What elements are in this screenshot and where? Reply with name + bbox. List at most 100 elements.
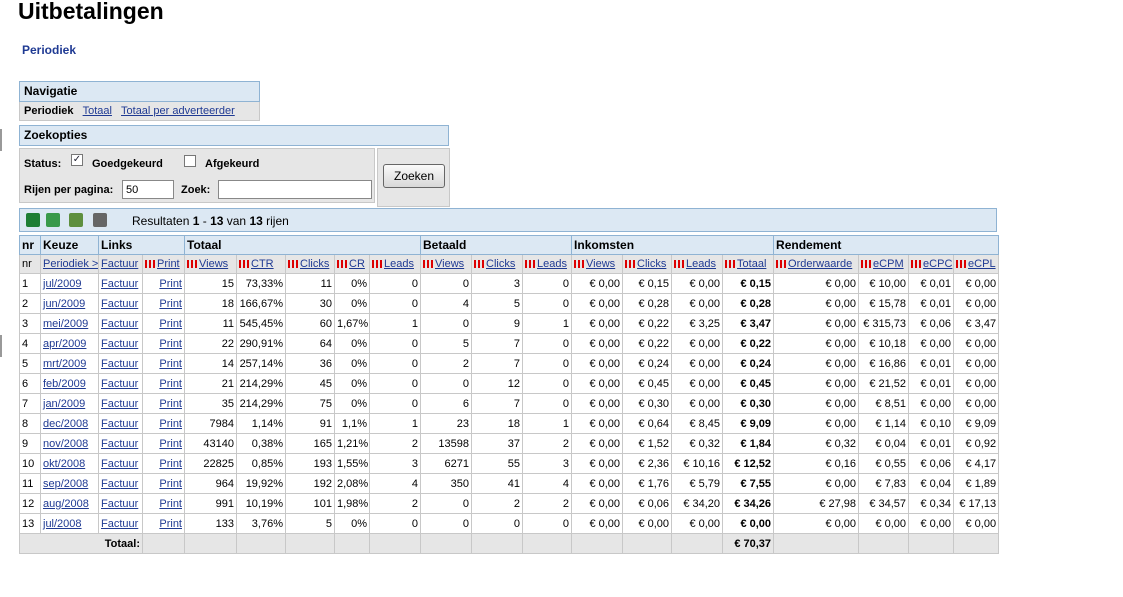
data-cell: € 0,00 <box>571 413 624 434</box>
data-cell: € 0,00 <box>773 513 860 534</box>
periodiek-link[interactable]: Periodiek <box>22 43 76 57</box>
invoice-link[interactable]: Factuur <box>101 418 138 430</box>
totals-empty-cell <box>471 533 523 554</box>
data-cell: € 9,09 <box>722 413 775 434</box>
invoice-link[interactable]: Factuur <box>101 498 138 510</box>
sort-chart-icon <box>861 260 872 269</box>
column-sort-link[interactable]: Clicks <box>486 258 515 270</box>
rows-per-page-input[interactable]: 50 <box>122 180 174 199</box>
period-link[interactable]: apr/2009 <box>43 338 86 350</box>
period-link[interactable]: aug/2008 <box>43 498 89 510</box>
period-link[interactable]: sep/2008 <box>43 478 88 490</box>
invoice-link[interactable]: Factuur <box>101 358 138 370</box>
data-cell: € 0,00 <box>571 273 624 294</box>
column-sort-link[interactable]: eCPL <box>968 258 996 270</box>
data-cell: 0 <box>420 273 472 294</box>
column-sort-link[interactable]: Leads <box>537 258 567 270</box>
data-cell: 101 <box>285 493 335 514</box>
print-link[interactable]: Print <box>159 458 182 470</box>
column-sort-link[interactable]: Print <box>157 258 180 270</box>
print-link[interactable]: Print <box>159 398 182 410</box>
search-button[interactable]: Zoeken <box>383 164 445 188</box>
data-cell: 12 <box>471 373 523 394</box>
data-cell: € 0,64 <box>622 413 673 434</box>
column-sort-link[interactable]: Periodiek > <box>43 258 98 270</box>
data-cell: € 0,22 <box>622 313 673 334</box>
period-link[interactable]: mrt/2009 <box>43 358 86 370</box>
invoice-link[interactable]: Factuur <box>101 298 138 310</box>
period-link[interactable]: jan/2009 <box>43 398 85 410</box>
data-cell: € 0,00 <box>773 373 860 394</box>
period-link[interactable]: okt/2008 <box>43 458 85 470</box>
invoice-link[interactable]: Factuur <box>101 518 138 530</box>
table-row: 5 mrt/2009 Factuur Print 14 257,14% 36 0% 0 2 7 0 € … <box>19 353 1000 374</box>
column-header: Print <box>142 254 185 274</box>
period-link[interactable]: mei/2009 <box>43 318 88 330</box>
data-cell: 7 <box>471 393 523 414</box>
column-sort-link[interactable]: CTR <box>251 258 274 270</box>
search-input[interactable] <box>218 180 372 199</box>
print-link[interactable]: Print <box>159 438 182 450</box>
invoice-link[interactable]: Factuur <box>101 438 138 450</box>
data-cell: 19,92% <box>236 473 286 494</box>
row-number-cell: 6 <box>19 373 41 394</box>
column-sort-link[interactable]: Clicks <box>300 258 329 270</box>
print-link[interactable]: Print <box>159 378 182 390</box>
print-link[interactable]: Print <box>159 498 182 510</box>
left-border-mark <box>0 129 2 151</box>
period-link[interactable]: jul/2009 <box>43 278 82 290</box>
print-link[interactable]: Print <box>159 518 182 530</box>
period-link[interactable]: feb/2009 <box>43 378 86 390</box>
print-icon[interactable] <box>93 213 107 227</box>
print-link[interactable]: Print <box>159 338 182 350</box>
column-sort-link[interactable]: Leads <box>686 258 716 270</box>
column-sort-link[interactable]: Leads <box>384 258 414 270</box>
invoice-link[interactable]: Factuur <box>101 378 138 390</box>
sort-chart-icon <box>525 260 535 269</box>
print-cell: Print <box>142 513 185 534</box>
totals-empty-cell <box>773 533 860 554</box>
period-link[interactable]: nov/2008 <box>43 438 88 450</box>
data-cell: 0 <box>521 513 573 534</box>
print-cell: Print <box>142 313 185 334</box>
invoice-link[interactable]: Factuur <box>101 338 138 350</box>
invoice-link[interactable]: Factuur <box>101 398 138 410</box>
sort-chart-icon <box>574 260 585 269</box>
invoice-link[interactable]: Factuur <box>101 458 138 470</box>
nav-link-totaal[interactable]: Totaal <box>83 105 112 117</box>
print-link[interactable]: Print <box>159 298 182 310</box>
period-link[interactable]: jul/2008 <box>43 518 82 530</box>
print-link[interactable]: Print <box>159 318 182 330</box>
column-sort-link[interactable]: Views <box>586 258 615 270</box>
excel-icon[interactable] <box>26 213 40 227</box>
column-sort-link[interactable]: Factuur <box>101 258 138 270</box>
data-cell: 0 <box>521 393 573 414</box>
period-link[interactable]: dec/2008 <box>43 418 88 430</box>
copy-icon[interactable] <box>69 213 83 227</box>
column-sort-link[interactable]: Views <box>435 258 464 270</box>
excel-export-icon[interactable] <box>46 213 60 227</box>
column-sort-link[interactable]: Clicks <box>637 258 666 270</box>
column-sort-link[interactable]: Orderwaarde <box>788 258 852 270</box>
print-link[interactable]: Print <box>159 478 182 490</box>
approved-checkbox[interactable]: ✓ <box>71 154 83 166</box>
column-sort-link[interactable]: Views <box>199 258 228 270</box>
print-link[interactable]: Print <box>159 358 182 370</box>
column-sort-link[interactable]: CR <box>349 258 365 270</box>
column-sort-link[interactable]: eCPM <box>873 258 904 270</box>
nav-link-totaal-per-adverteerder[interactable]: Totaal per adverteerder <box>121 105 235 117</box>
invoice-link[interactable]: Factuur <box>101 278 138 290</box>
invoice-link[interactable]: Factuur <box>101 318 138 330</box>
period-link[interactable]: jun/2009 <box>43 298 85 310</box>
column-sort-link[interactable]: eCPC <box>923 258 952 270</box>
row-number-cell: 13 <box>19 513 41 534</box>
invoice-link[interactable]: Factuur <box>101 478 138 490</box>
rejected-checkbox[interactable] <box>184 155 196 167</box>
period-cell: aug/2008 <box>40 493 99 514</box>
print-link[interactable]: Print <box>159 418 182 430</box>
column-sort-link[interactable]: Totaal <box>737 258 766 270</box>
print-link[interactable]: Print <box>159 278 182 290</box>
column-header-row: nr Periodiek > Factuur Print Views CTR Clicks C… <box>19 254 1000 274</box>
data-cell: 9 <box>471 313 523 334</box>
data-cell: 2 <box>521 493 573 514</box>
